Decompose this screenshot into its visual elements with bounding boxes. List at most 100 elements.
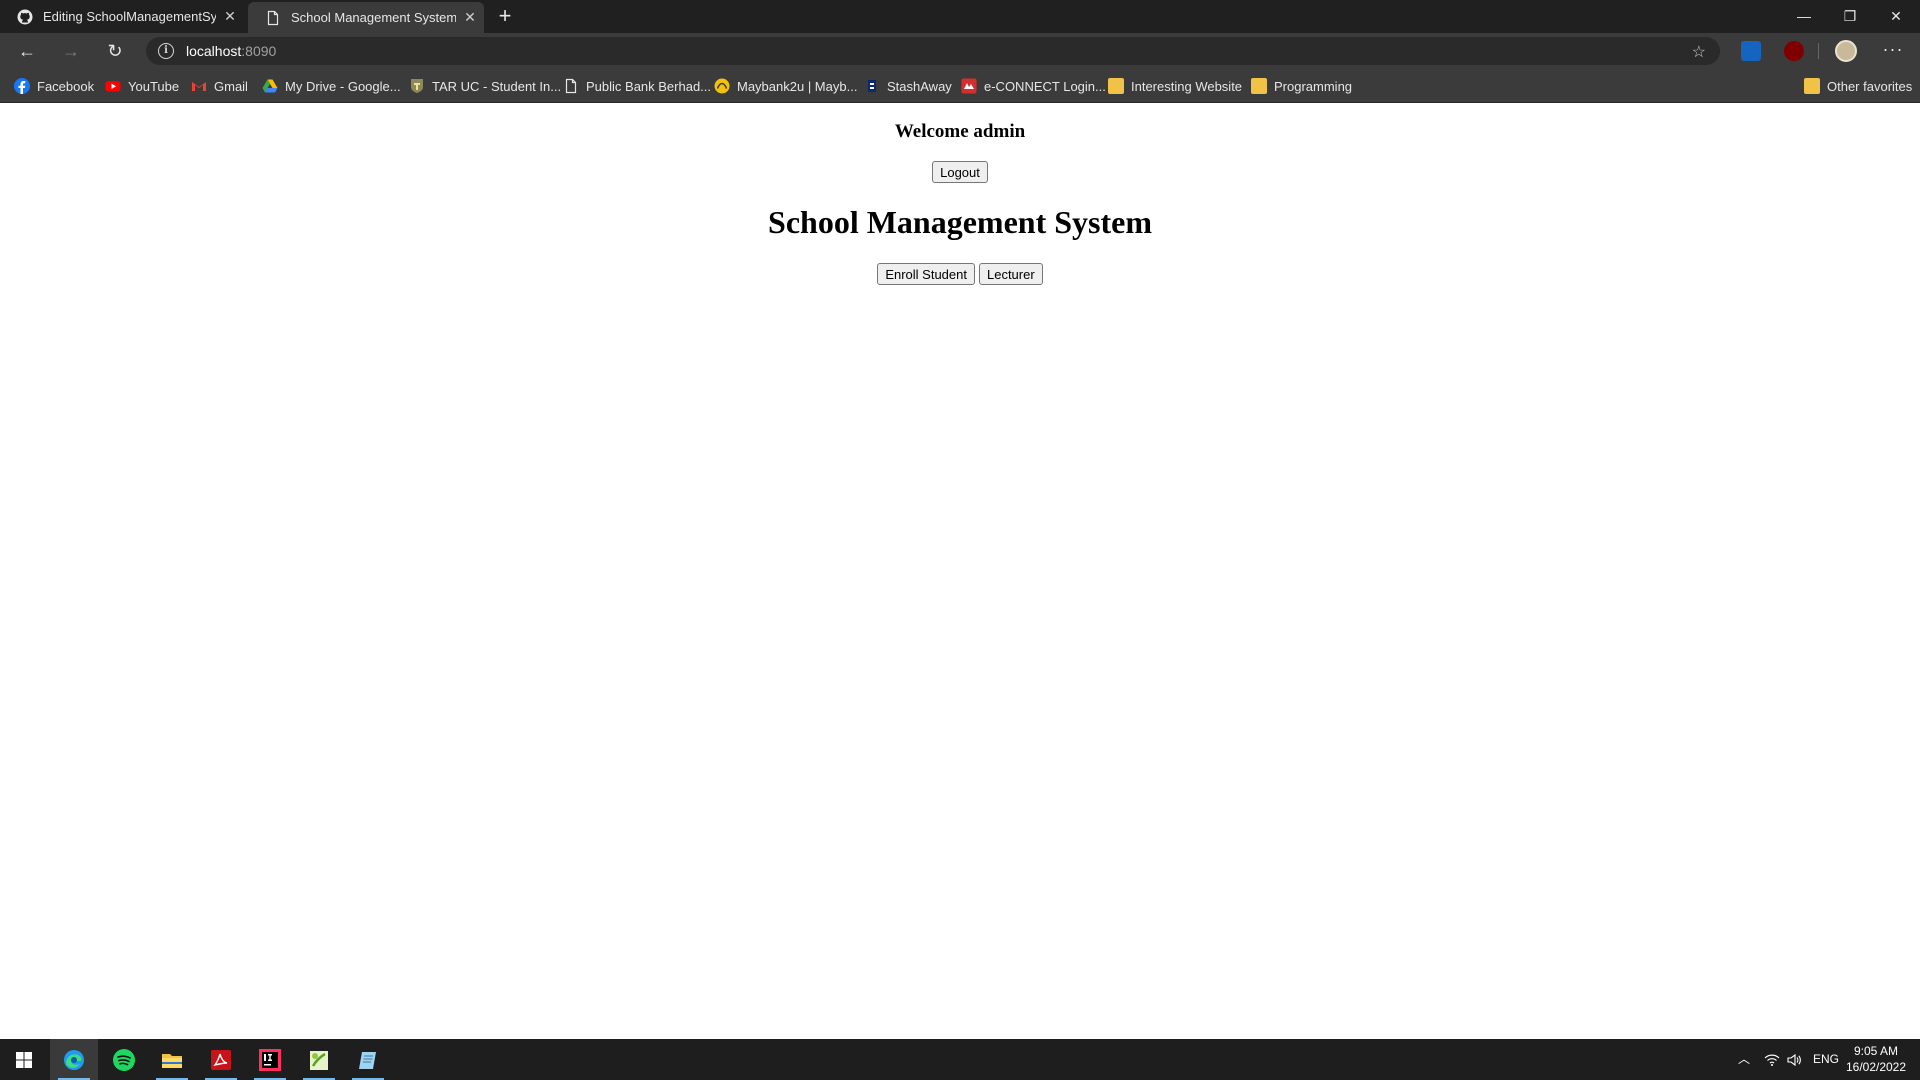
new-tab-button[interactable]: + <box>492 4 518 30</box>
folder-icon <box>1251 78 1267 94</box>
action-buttons: Enroll Student Lecturer <box>0 263 1920 285</box>
bookmark-public-bank[interactable]: Public Bank Berhad... <box>563 69 711 103</box>
wifi-icon <box>1764 1054 1780 1066</box>
add-favorite-icon[interactable]: ☆ <box>1692 42 1706 62</box>
bookmark-label: Interesting Website <box>1131 78 1243 94</box>
bookmark-label: TAR UC - Student In... <box>432 78 562 94</box>
bookmark-facebook[interactable]: Facebook <box>14 69 94 103</box>
restore-icon: ❐ <box>1843 8 1857 24</box>
browser-toolbar: ← → ↻ i localhost:8090 ☆ ··· <box>0 33 1920 69</box>
spotify-icon <box>113 1049 135 1071</box>
bookmark-other-favorites[interactable]: Other favorites <box>1804 69 1912 103</box>
bookmark-label: Public Bank Berhad... <box>586 78 712 94</box>
github-icon <box>17 9 33 24</box>
taskbar-spotify[interactable] <box>100 1039 148 1080</box>
close-icon: ✕ <box>1890 8 1902 24</box>
bookmark-my-drive[interactable]: My Drive - Google... <box>262 69 401 103</box>
windows-taskbar: ︿ ENG 9:05 AM 16/02/2022 <box>0 1039 1920 1080</box>
bookmark-gmail[interactable]: Gmail <box>191 69 248 103</box>
speaker-icon <box>1787 1053 1801 1066</box>
edge-icon <box>64 1050 84 1070</box>
bookmark-stashaway[interactable]: StashAway <box>864 69 952 103</box>
bookmark-maybank2u[interactable]: Maybank2u | Mayb... <box>714 69 857 103</box>
taskbar-intellij[interactable] <box>246 1039 294 1080</box>
taskbar-file-explorer[interactable] <box>148 1039 196 1080</box>
google-drive-icon <box>262 79 278 93</box>
tab-title: Editing SchoolManagementSyste <box>43 9 216 24</box>
file-explorer-icon <box>162 1054 182 1068</box>
notepad-icon <box>359 1052 376 1069</box>
bookmark-label: Programming <box>1274 78 1353 94</box>
back-button[interactable]: ← <box>12 36 42 66</box>
window-close-button[interactable]: ✕ <box>1873 0 1919 33</box>
minimize-icon: — <box>1797 8 1811 24</box>
bookmarks-bar: Facebook YouTube Gmail My Drive - Google… <box>0 69 1920 103</box>
page-title: School Management System <box>768 204 1152 240</box>
info-icon[interactable]: i <box>158 43 174 59</box>
tab-close-icon[interactable]: ✕ <box>456 9 484 26</box>
folder-icon <box>1108 78 1124 94</box>
welcome-heading: Welcome admin <box>894 121 1026 142</box>
page-icon <box>565 78 577 94</box>
back-arrow-icon: ← <box>18 41 36 61</box>
network-button[interactable] <box>1764 1039 1780 1080</box>
forward-arrow-icon: → <box>62 41 80 61</box>
bookmark-label: e-CONNECT Login... <box>984 78 1106 94</box>
bookmark-e-connect[interactable]: e-CONNECT Login... <box>961 69 1106 103</box>
folder-icon <box>1804 78 1820 94</box>
bookmark-label: Facebook <box>37 78 95 94</box>
address-port: :8090 <box>241 43 277 59</box>
acrobat-icon <box>211 1050 231 1070</box>
taskbar-notepad[interactable] <box>344 1039 392 1080</box>
lecturer-button[interactable]: Lecturer <box>978 263 1043 285</box>
forward-button[interactable]: → <box>56 36 86 66</box>
bookmark-label: StashAway <box>887 78 952 94</box>
bookmark-label: Gmail <box>214 78 248 94</box>
tab-school-management-system[interactable]: School Management System ✕ <box>248 2 484 33</box>
restore-button[interactable]: ❐ <box>1827 0 1873 33</box>
clock-date: 16/02/2022 <box>1845 1060 1907 1074</box>
system-clock[interactable]: 9:05 AM 16/02/2022 <box>1838 1043 1914 1075</box>
bookmark-tar-uc[interactable]: TAR UC - Student In... <box>409 69 561 103</box>
web-page-content: Welcome admin Logout School Management S… <box>0 103 1920 1039</box>
tab-close-icon[interactable]: ✕ <box>216 8 244 25</box>
address-host: localhost <box>186 43 242 59</box>
taskbar-acrobat[interactable] <box>197 1039 245 1080</box>
facebook-icon <box>14 78 30 94</box>
tab-title: School Management System <box>291 10 456 25</box>
profile-avatar[interactable] <box>1835 40 1857 62</box>
intellij-icon <box>259 1049 281 1071</box>
extension-trello-icon[interactable] <box>1741 41 1761 61</box>
volume-button[interactable] <box>1786 1039 1802 1080</box>
start-button[interactable] <box>0 1039 48 1080</box>
address-bar[interactable]: i localhost:8090 ☆ <box>146 37 1720 65</box>
windows-start-icon <box>16 1052 32 1068</box>
bookmark-label: My Drive - Google... <box>285 78 401 94</box>
enroll-student-button[interactable]: Enroll Student <box>877 263 975 285</box>
notepad-plus-icon <box>310 1051 328 1070</box>
tab-editing-school-management[interactable]: Editing SchoolManagementSyste ✕ <box>0 0 244 33</box>
settings-more-button[interactable]: ··· <box>1880 39 1906 63</box>
tarc-icon <box>411 79 423 93</box>
refresh-icon: ↻ <box>107 41 123 61</box>
bookmark-folder-programming[interactable]: Programming <box>1251 69 1352 103</box>
logout-container: Logout <box>0 161 1920 183</box>
bookmark-youtube[interactable]: YouTube <box>105 69 179 103</box>
browser-titlebar: Editing SchoolManagementSyste ✕ School M… <box>0 0 1920 33</box>
ublock-origin-icon[interactable] <box>1784 41 1804 61</box>
page-icon <box>267 10 279 25</box>
refresh-button[interactable]: ↻ <box>100 36 130 66</box>
taskbar-edge[interactable] <box>50 1039 98 1080</box>
ellipsis-icon: ··· <box>1882 39 1904 59</box>
youtube-icon <box>105 81 121 92</box>
stashaway-icon <box>868 80 876 92</box>
logout-button[interactable]: Logout <box>932 161 988 183</box>
taskbar-notepad-plus[interactable] <box>295 1039 343 1080</box>
plus-icon: + <box>498 3 512 28</box>
language-indicator[interactable]: ENG <box>1813 1039 1839 1080</box>
chevron-up-icon: ︿ <box>1738 1052 1751 1066</box>
show-hidden-icons-button[interactable]: ︿ <box>1738 1039 1750 1080</box>
bookmark-label: Maybank2u | Mayb... <box>737 78 858 94</box>
minimize-button[interactable]: — <box>1781 0 1827 33</box>
bookmark-folder-interesting-website[interactable]: Interesting Website <box>1108 69 1242 103</box>
